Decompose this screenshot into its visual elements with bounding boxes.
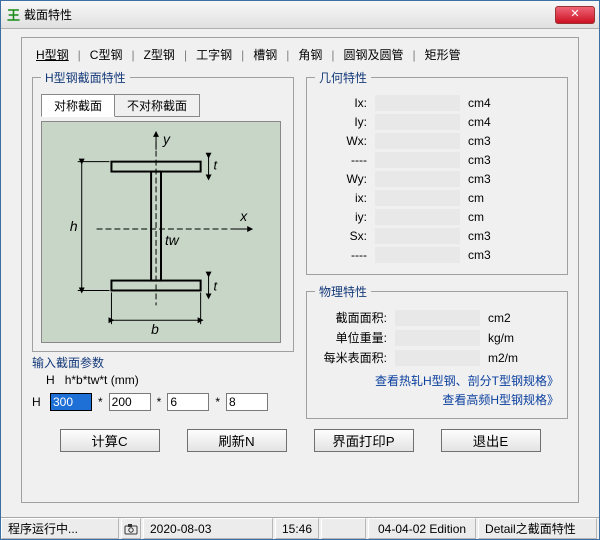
physical-legend: 物理特性	[315, 283, 371, 300]
param-legend: 输入截面参数	[32, 354, 294, 371]
status-bar: 程序运行中... 2020-08-03 15:46 04-04-02 Editi…	[1, 517, 599, 539]
camera-icon[interactable]	[121, 518, 141, 539]
val-rx	[375, 190, 460, 206]
param-format: h*b*tw*t (mm)	[65, 373, 139, 387]
tab-z[interactable]: Z型钢	[138, 46, 181, 63]
section-type-tabs: H型钢| C型钢| Z型钢| 工字钢| 槽钢| 角钢| 圆钢及圆管| 矩形管	[22, 38, 578, 69]
symmetry-tabs: 对称截面 不对称截面	[41, 94, 285, 117]
section-legend: H型钢截面特性	[41, 69, 130, 86]
param-row: H * * *	[32, 393, 294, 411]
subtab-asymmetric[interactable]: 不对称截面	[115, 94, 200, 117]
tab-round[interactable]: 圆钢及圆管	[337, 46, 409, 63]
physical-group: 物理特性 截面面积:cm2 单位重量:kg/m 每米表面积:m2/m 查看热轧H…	[306, 283, 568, 419]
svg-text:y: y	[162, 131, 171, 147]
status-time: 15:46	[275, 518, 319, 539]
param-row-label: H	[32, 395, 46, 409]
link-hotrolled-spec[interactable]: 查看热轧H型钢、剖分T型钢规格》	[315, 372, 559, 389]
tab-angle[interactable]: 角钢	[292, 46, 328, 63]
input-tw[interactable]	[167, 393, 209, 411]
val-sx	[375, 228, 460, 244]
status-date: 2020-08-03	[143, 518, 273, 539]
tab-channel[interactable]: 槽钢	[247, 46, 283, 63]
main-panel: H型钢| C型钢| Z型钢| 工字钢| 槽钢| 角钢| 圆钢及圆管| 矩形管 H…	[21, 37, 579, 503]
val-weight	[395, 330, 480, 346]
geometry-legend: 几何特性	[315, 69, 371, 86]
val-wy	[375, 171, 460, 187]
tab-c[interactable]: C型钢	[84, 46, 129, 63]
tab-i[interactable]: 工字钢	[190, 46, 238, 63]
svg-text:h: h	[70, 218, 78, 234]
val-iy	[375, 114, 460, 130]
status-edition: 04-04-02 Edition	[368, 518, 476, 539]
app-icon: 王	[7, 5, 20, 24]
status-desc: Detail之截面特性	[478, 518, 597, 539]
svg-text:tw: tw	[165, 232, 180, 248]
status-msg: 程序运行中...	[1, 518, 119, 539]
subtab-symmetric[interactable]: 对称截面	[41, 94, 115, 117]
input-t[interactable]	[226, 393, 268, 411]
titlebar: 王 截面特性 ✕	[1, 1, 599, 29]
link-hf-spec[interactable]: 查看高频H型钢规格》	[315, 391, 559, 408]
geometry-group: 几何特性 Ix:cm4 Iy:cm4 Wx:cm3 ----cm3 Wy:cm3…	[306, 69, 568, 275]
exit-button[interactable]: 退出E	[441, 429, 541, 452]
svg-text:x: x	[239, 208, 248, 224]
refresh-button[interactable]: 刷新N	[187, 429, 287, 452]
svg-text:t: t	[214, 278, 219, 293]
svg-text:b: b	[151, 321, 159, 337]
input-b[interactable]	[109, 393, 151, 411]
action-buttons: 计算C 刷新N 界面打印P 退出E	[22, 419, 578, 452]
section-group: H型钢截面特性 对称截面 不对称截面	[32, 69, 294, 352]
tab-rect[interactable]: 矩形管	[419, 46, 467, 63]
close-icon: ✕	[570, 8, 579, 20]
window-title: 截面特性	[24, 6, 72, 23]
svg-text:t: t	[214, 158, 219, 173]
section-diagram: y x h b	[41, 121, 281, 343]
print-button[interactable]: 界面打印P	[314, 429, 414, 452]
val-ix	[375, 95, 460, 111]
calc-button[interactable]: 计算C	[60, 429, 160, 452]
app-window: 王 截面特性 ✕ H型钢| C型钢| Z型钢| 工字钢| 槽钢| 角钢| 圆钢及…	[0, 0, 600, 540]
val-ry	[375, 209, 460, 225]
val-wx	[375, 133, 460, 149]
val-surface	[395, 350, 480, 366]
close-button[interactable]: ✕	[555, 6, 595, 24]
val-area	[395, 310, 480, 326]
tab-h[interactable]: H型钢	[30, 46, 75, 63]
input-h[interactable]	[50, 393, 92, 411]
param-prefix: H	[46, 373, 55, 387]
